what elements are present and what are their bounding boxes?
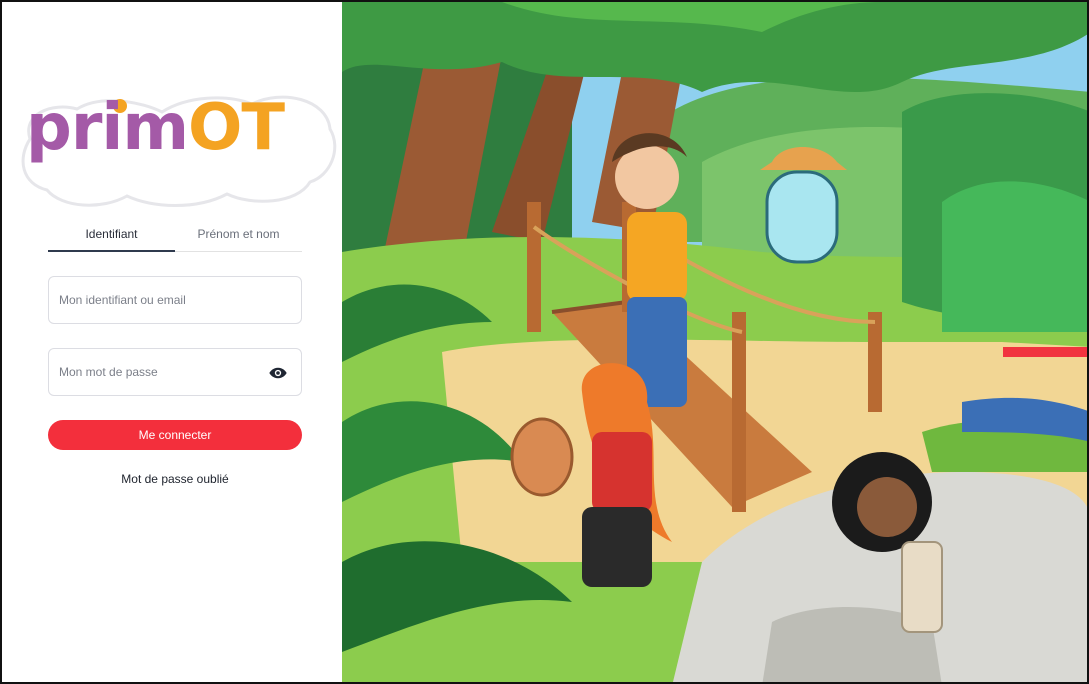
jungle-adventure-illustration [342,2,1087,682]
password-field-box [48,348,302,396]
login-panel: primOT Identifiant Prénom et nom Me conn… [2,2,342,682]
tab-prenom-nom[interactable]: Prénom et nom [175,220,302,251]
eye-icon[interactable] [269,366,287,380]
tab-identifiant[interactable]: Identifiant [48,220,175,252]
login-window: primOT Identifiant Prénom et nom Me conn… [0,0,1089,684]
red-accent-bar [1003,347,1087,357]
password-input[interactable] [49,349,301,395]
logo-text-prim: prim [26,91,189,165]
login-button[interactable]: Me connecter [48,420,302,450]
primot-logo: primOT [12,84,337,214]
logo-text: primOT [26,96,285,160]
forgot-password-link[interactable]: Mot de passe oublié [48,472,302,486]
login-mode-tabs: Identifiant Prénom et nom [48,220,302,252]
identifier-input[interactable] [49,277,301,323]
logo-text-ot: OT [188,91,285,165]
identifier-field-box [48,276,302,324]
